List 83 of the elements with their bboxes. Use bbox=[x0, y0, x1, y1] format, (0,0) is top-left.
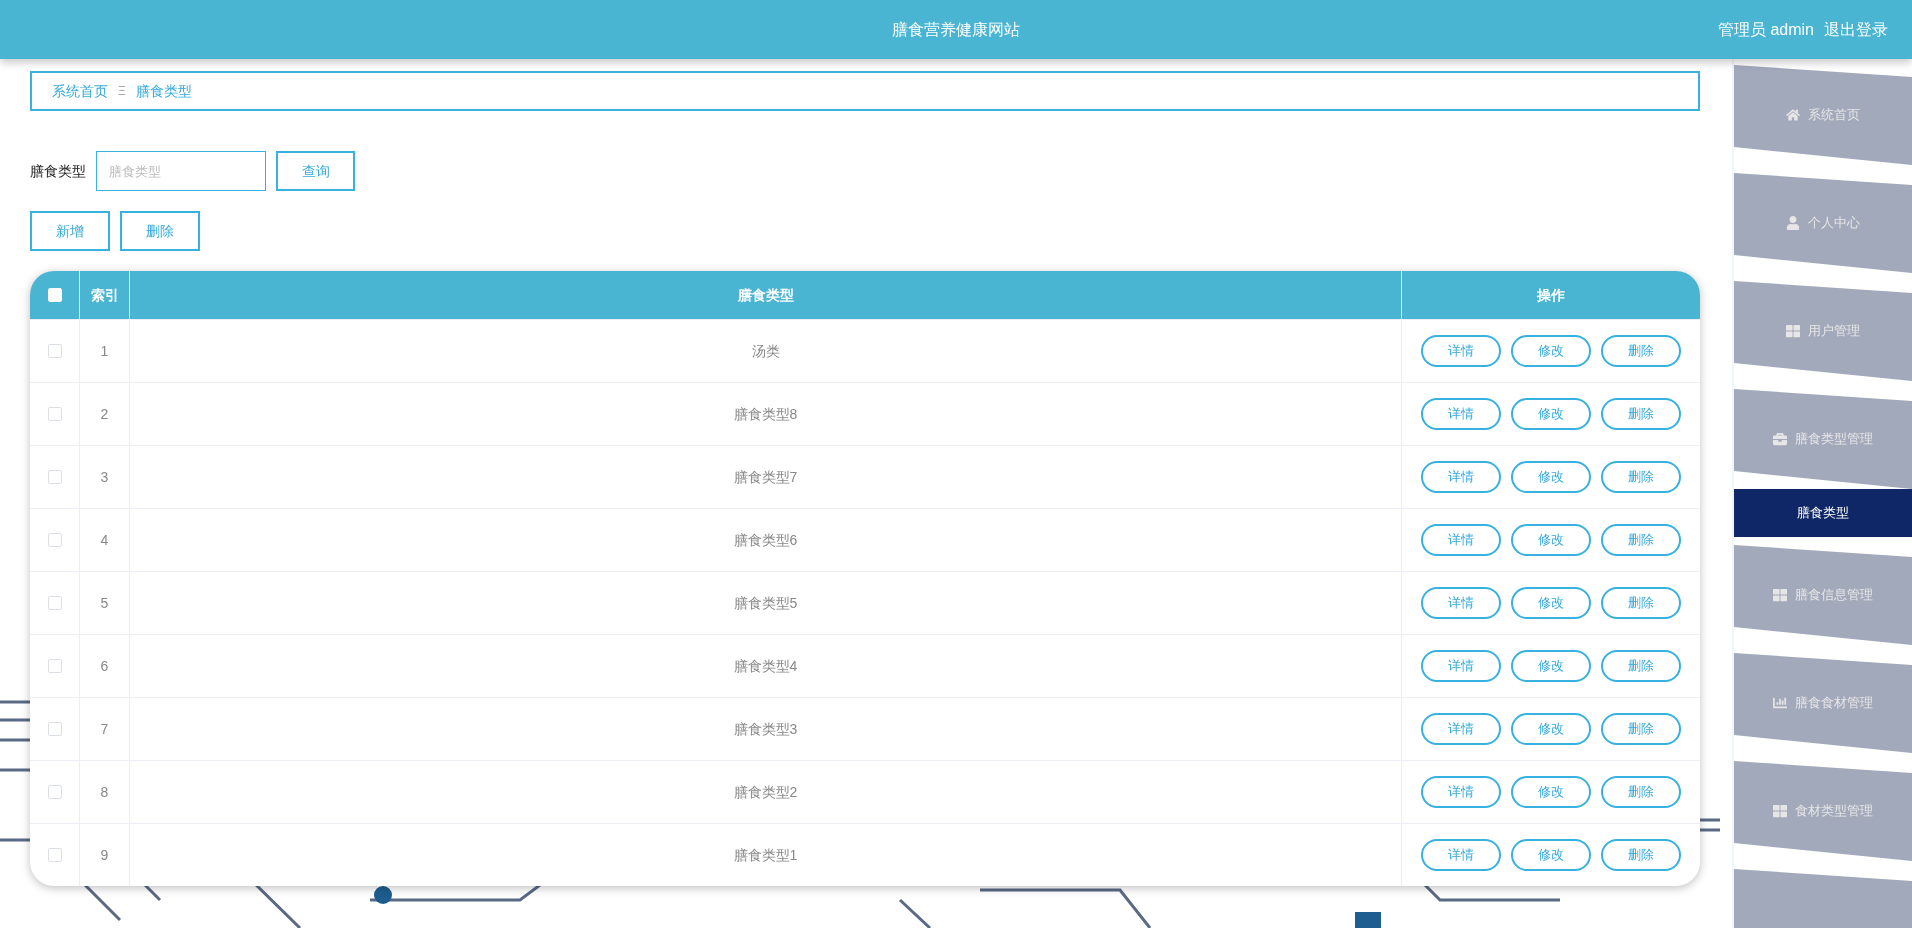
sidebar-menu-item[interactable]: 膳食食材管理 bbox=[1734, 653, 1912, 753]
detail-button[interactable]: 详情 bbox=[1421, 776, 1501, 808]
delete-button[interactable]: 删除 bbox=[1601, 398, 1681, 430]
checkbox[interactable] bbox=[47, 785, 62, 799]
home-icon bbox=[1786, 108, 1800, 122]
site-title: 膳食营养健康网站 bbox=[892, 19, 1020, 40]
checkbox[interactable] bbox=[47, 533, 62, 547]
bar-chart-icon bbox=[1773, 696, 1787, 710]
column-header: 膳食类型 bbox=[130, 271, 1402, 319]
edit-button[interactable]: 修改 bbox=[1511, 335, 1591, 367]
checkbox[interactable] bbox=[47, 407, 62, 421]
table-cell: 7 bbox=[80, 698, 130, 760]
checkbox[interactable] bbox=[47, 848, 62, 862]
detail-button[interactable]: 详情 bbox=[1421, 398, 1501, 430]
detail-button[interactable]: 详情 bbox=[1421, 650, 1501, 682]
sidebar-menu-item[interactable]: 用户管理 bbox=[1734, 281, 1912, 381]
column-header: 操作 bbox=[1536, 285, 1566, 305]
checkbox[interactable] bbox=[47, 659, 62, 673]
grid-icon bbox=[1773, 588, 1787, 602]
table-cell: 2 bbox=[80, 383, 130, 445]
detail-button[interactable]: 详情 bbox=[1421, 335, 1501, 367]
edit-button[interactable]: 修改 bbox=[1511, 524, 1591, 556]
table-cell: 8 bbox=[80, 761, 130, 823]
grid-icon bbox=[1773, 804, 1787, 818]
edit-button[interactable]: 修改 bbox=[1511, 398, 1591, 430]
search-field[interactable]: 膳食类型 bbox=[96, 151, 266, 191]
breadcrumb-link[interactable]: 系统首页 bbox=[52, 80, 108, 102]
table-cell: 膳食类型4 bbox=[130, 635, 1402, 697]
edit-button[interactable]: 修改 bbox=[1511, 461, 1591, 493]
delete-button[interactable]: 删除 bbox=[1601, 650, 1681, 682]
detail-button[interactable]: 详情 bbox=[1421, 839, 1501, 871]
checkbox[interactable] bbox=[47, 470, 62, 484]
edit-button[interactable]: 修改 bbox=[1511, 713, 1591, 745]
delete-button[interactable]: 删除 bbox=[120, 211, 200, 251]
table-cell: 膳食类型1 bbox=[130, 824, 1402, 886]
column-header: 索引 bbox=[80, 271, 130, 319]
checkbox[interactable] bbox=[47, 344, 62, 358]
detail-button[interactable]: 详情 bbox=[1421, 461, 1501, 493]
sidebar-menu-item[interactable]: 膳食信息管理 bbox=[1734, 545, 1912, 645]
table-cell: 膳食类型7 bbox=[130, 446, 1402, 508]
sidebar-menu-item[interactable]: 食材类型管理 bbox=[1734, 761, 1912, 861]
search-label: 膳食类型 bbox=[30, 161, 86, 181]
checkbox[interactable] bbox=[47, 722, 62, 736]
detail-button[interactable]: 详情 bbox=[1421, 713, 1501, 745]
user-icon bbox=[1786, 216, 1800, 230]
edit-button[interactable]: 修改 bbox=[1511, 650, 1591, 682]
sidebar-menu-item[interactable]: 膳食类型管理 bbox=[1734, 389, 1912, 489]
briefcase-icon bbox=[1773, 432, 1787, 446]
table-cell: 膳食类型2 bbox=[130, 761, 1402, 823]
table-cell: 9 bbox=[80, 824, 130, 886]
sidebar-menu-item[interactable]: 个人中心 bbox=[1734, 173, 1912, 273]
checkbox[interactable] bbox=[47, 596, 62, 610]
delete-button[interactable]: 删除 bbox=[1601, 776, 1681, 808]
detail-button[interactable]: 详情 bbox=[1421, 587, 1501, 619]
query-button[interactable]: 查询 bbox=[276, 151, 355, 191]
detail-button[interactable]: 详情 bbox=[1421, 524, 1501, 556]
table-cell: 1 bbox=[80, 320, 130, 382]
logout-link[interactable]: 退出登录 bbox=[1824, 17, 1888, 42]
delete-button[interactable]: 删除 bbox=[1601, 839, 1681, 871]
table-cell: 3 bbox=[80, 446, 130, 508]
edit-button[interactable]: 修改 bbox=[1511, 587, 1591, 619]
table-cell: 5 bbox=[80, 572, 130, 634]
delete-button[interactable]: 删除 bbox=[1601, 587, 1681, 619]
admin-user: 管理员 admin bbox=[1717, 19, 1814, 40]
sidebar-submenu-item[interactable]: 膳食类型 bbox=[1734, 489, 1912, 537]
table-cell: 膳食类型5 bbox=[130, 572, 1402, 634]
table-cell: 4 bbox=[80, 509, 130, 571]
table-cell: 膳食类型8 bbox=[130, 383, 1402, 445]
delete-button[interactable]: 删除 bbox=[1601, 713, 1681, 745]
delete-button[interactable]: 删除 bbox=[1601, 461, 1681, 493]
breadcrumb-link[interactable]: 膳食类型 bbox=[135, 80, 192, 102]
delete-button[interactable]: 删除 bbox=[1601, 524, 1681, 556]
table-cell: 6 bbox=[80, 635, 130, 697]
table-cell: 汤类 bbox=[130, 320, 1402, 382]
table-cell: 膳食类型6 bbox=[130, 509, 1402, 571]
grid-icon bbox=[1786, 324, 1800, 338]
sidebar-menu-item[interactable]: 系统首页 bbox=[1734, 65, 1912, 165]
delete-button[interactable]: 删除 bbox=[1601, 335, 1681, 367]
edit-button[interactable]: 修改 bbox=[1511, 839, 1591, 871]
add-button[interactable]: 新增 bbox=[30, 211, 110, 251]
table-cell: 膳食类型3 bbox=[130, 698, 1402, 760]
breadcrumb-separator: Ξ bbox=[118, 83, 126, 100]
edit-button[interactable]: 修改 bbox=[1511, 776, 1591, 808]
